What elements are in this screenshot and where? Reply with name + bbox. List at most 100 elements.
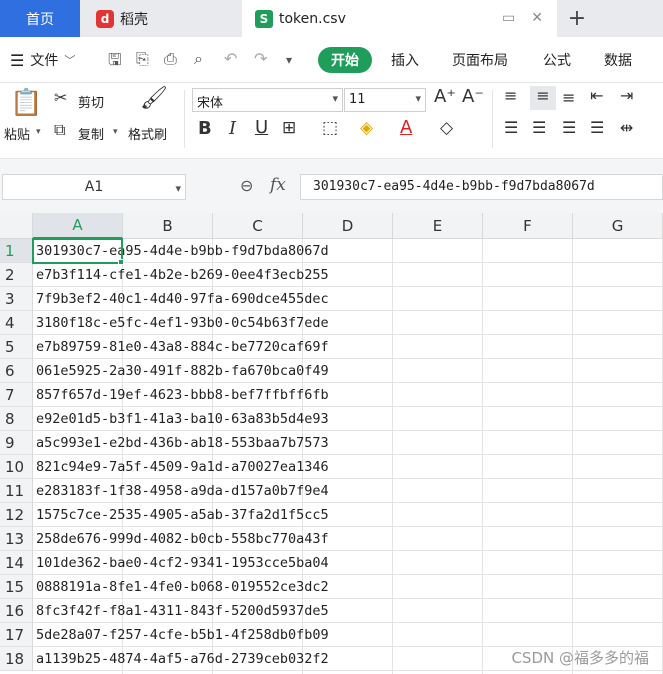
row-header[interactable]: 6 — [0, 359, 33, 383]
menu-bar: ☰ 文件 ﹀ 🖫 ⎘ ⎙ ⌕ ↶ ↷ ▾ 开始 插入 页面布局 公式 数据 — [0, 37, 663, 83]
row-header[interactable]: 16 — [0, 599, 33, 623]
row-header[interactable]: 1 — [0, 239, 33, 263]
distributed-align-icon[interactable]: ⇹ — [620, 118, 633, 137]
column-header-g[interactable]: G — [573, 213, 663, 239]
chevron-down-icon: ▾ — [415, 92, 421, 105]
font-size-select[interactable]: 11 ▾ — [344, 88, 426, 112]
column-header-e[interactable]: E — [393, 213, 483, 239]
tab-daoke[interactable]: d 稻壳 — [84, 0, 239, 37]
redo-icon[interactable]: ↷ — [254, 49, 267, 68]
cell-a8[interactable]: e92e01d5-b3f1-41a3-ba10-63a83b5d4e93 — [36, 407, 329, 431]
row-header[interactable]: 14 — [0, 551, 33, 575]
cut-button[interactable]: 剪切 — [78, 92, 104, 111]
column-header-c[interactable]: C — [213, 213, 303, 239]
paste-button[interactable]: 粘贴 — [4, 124, 30, 143]
menu-page-layout[interactable]: 页面布局 — [452, 50, 508, 70]
borders-icon[interactable]: ⊞ — [282, 118, 296, 138]
spreadsheet-grid[interactable]: A B C D E F G 1 301930c7-ea95-4d4e-b9bb-f9d7bda8… — [0, 213, 663, 674]
quick-access-more-icon[interactable]: ▾ — [286, 53, 292, 67]
name-box[interactable]: A1 ▾ — [2, 174, 186, 200]
increase-font-icon[interactable]: A⁺ — [434, 86, 456, 107]
fill-style-icon[interactable]: ⬚ — [322, 118, 338, 138]
row-header[interactable]: 15 — [0, 575, 33, 599]
row-header[interactable]: 3 — [0, 287, 33, 311]
cell-a12[interactable]: 1575c7ce-2535-4905-a5ab-37fa2d1f5cc5 — [36, 503, 329, 527]
align-left-icon[interactable]: ☰ — [504, 118, 518, 137]
clear-format-icon[interactable]: ◇ — [440, 118, 453, 138]
insert-function-button[interactable]: fx — [270, 175, 286, 195]
cell-a4[interactable]: 3180f18c-e5fc-4ef1-93b0-0c54b63f7ede — [36, 311, 329, 335]
row-header[interactable]: 2 — [0, 263, 33, 287]
cell-a9[interactable]: a5c993e1-e2bd-436b-ab18-553baa7b7573 — [36, 431, 329, 455]
undo-icon[interactable]: ↶ — [224, 49, 237, 68]
align-center-icon[interactable]: ☰ — [532, 118, 546, 137]
export-pdf-icon[interactable]: ⎘ — [136, 49, 149, 69]
column-header-f[interactable]: F — [483, 213, 573, 239]
cell-a16[interactable]: 8fc3f42f-f8a1-4311-843f-5200d5937de5 — [36, 599, 329, 623]
cell-a3[interactable]: 7f9b3ef2-40c1-4d40-97fa-690dce455dec — [36, 287, 329, 311]
decrease-font-icon[interactable]: A⁻ — [462, 86, 484, 107]
paste-icon[interactable]: 📋 — [10, 88, 42, 118]
column-header-a[interactable]: A — [33, 213, 123, 239]
formula-input[interactable]: 301930c7-ea95-4d4e-b9bb-f9d7bda8067d — [300, 174, 663, 200]
title-tab-bar: 首页 d 稻壳 S token.csv ▭ ✕ + — [0, 0, 663, 37]
menu-file[interactable]: ☰ 文件 ﹀ — [10, 50, 75, 70]
cell-a14[interactable]: 101de362-bae0-4cf2-9341-1953cce5ba04 — [36, 551, 329, 575]
cell-a11[interactable]: e283183f-1f38-4958-a9da-d157a0b7f9e4 — [36, 479, 329, 503]
print-preview-icon[interactable]: ⌕ — [194, 49, 203, 69]
copy-dropdown-icon[interactable]: ▾ — [113, 127, 118, 137]
increase-indent-icon[interactable]: ⇥ — [620, 86, 633, 105]
column-header-b[interactable]: B — [123, 213, 213, 239]
new-tab-button[interactable]: + — [562, 0, 592, 37]
cell-a10[interactable]: 821c94e9-7a5f-4509-9a1d-a70027ea1346 — [36, 455, 329, 479]
fill-color-icon[interactable]: ◈ — [360, 118, 373, 138]
italic-icon[interactable]: I — [229, 118, 236, 139]
decrease-indent-icon[interactable]: ⇤ — [590, 86, 603, 105]
row-header[interactable]: 8 — [0, 407, 33, 431]
row-header[interactable]: 10 — [0, 455, 33, 479]
close-tab-icon[interactable]: ✕ — [531, 10, 543, 26]
save-icon[interactable]: 🖫 — [108, 49, 122, 76]
cell-a17[interactable]: 5de28a07-f257-4cfe-b5b1-4f258db0fb09 — [36, 623, 329, 647]
cell-a7[interactable]: 857f657d-19ef-4623-bbb8-bef7ffbff6fb — [36, 383, 329, 407]
justify-icon[interactable]: ☰ — [590, 118, 604, 137]
zoom-search-icon[interactable]: ⊖ — [240, 176, 253, 195]
menu-formula[interactable]: 公式 — [543, 50, 571, 70]
copy-button[interactable]: 复制 — [78, 124, 104, 143]
window-restore-icon[interactable]: ▭ — [502, 10, 515, 26]
menu-start[interactable]: 开始 — [318, 47, 372, 73]
row-header[interactable]: 13 — [0, 527, 33, 551]
underline-icon[interactable]: U — [255, 117, 268, 138]
font-name-select[interactable]: 宋体 ▾ — [192, 88, 343, 112]
bold-icon[interactable]: B — [198, 118, 212, 139]
menu-data[interactable]: 数据 — [604, 50, 632, 70]
cell-a18[interactable]: a1139b25-4874-4af5-a76d-2739ceb032f2 — [36, 647, 329, 671]
row-header[interactable]: 7 — [0, 383, 33, 407]
row-header[interactable]: 18 — [0, 647, 33, 671]
row-header[interactable]: 17 — [0, 623, 33, 647]
menu-insert[interactable]: 插入 — [391, 50, 419, 70]
cell-a5[interactable]: e7b89759-81e0-43a8-884c-be7720caf69f — [36, 335, 329, 359]
cell-a2[interactable]: e7b3f114-cfe1-4b2e-b269-0ee4f3ecb255 — [36, 263, 329, 287]
tab-home[interactable]: 首页 — [0, 0, 80, 37]
align-right-icon[interactable]: ☰ — [562, 118, 576, 137]
row-header[interactable]: 12 — [0, 503, 33, 527]
paste-dropdown-icon[interactable]: ▾ — [36, 127, 41, 137]
row-header[interactable]: 4 — [0, 311, 33, 335]
cell-a15[interactable]: 0888191a-8fe1-4fe0-b068-019552ce3dc2 — [36, 575, 329, 599]
align-middle-icon[interactable]: ≡ — [530, 86, 556, 110]
align-bottom-icon[interactable]: ≡ — [562, 88, 575, 107]
row-header[interactable]: 5 — [0, 335, 33, 359]
tab-token-csv[interactable]: S token.csv ▭ ✕ — [242, 0, 557, 37]
column-header-d[interactable]: D — [303, 213, 393, 239]
select-all-corner[interactable] — [0, 213, 33, 239]
align-top-icon[interactable]: ≡ — [504, 86, 517, 105]
format-painter-button[interactable]: 格式刷 — [128, 124, 167, 143]
row-header[interactable]: 9 — [0, 431, 33, 455]
font-color-icon[interactable]: A — [400, 117, 412, 138]
cell-a13[interactable]: 258de676-999d-4082-b0cb-558bc770a43f — [36, 527, 329, 551]
cell-a6[interactable]: 061e5925-2a30-491f-882b-fa670bca0f49 — [36, 359, 329, 383]
fill-handle[interactable] — [118, 259, 124, 265]
print-icon[interactable]: ⎙ — [164, 49, 177, 69]
row-header[interactable]: 11 — [0, 479, 33, 503]
